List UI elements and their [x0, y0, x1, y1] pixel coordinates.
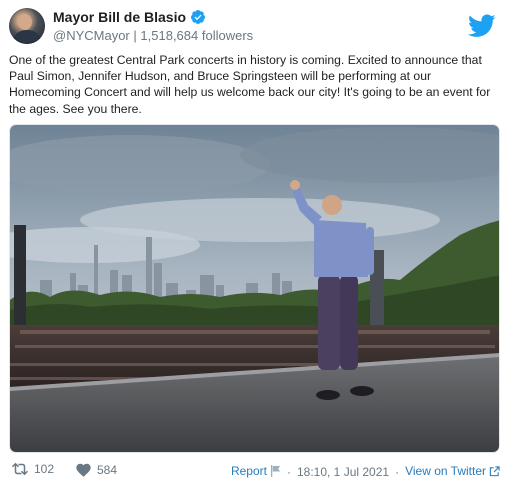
- handle-separator: |: [133, 28, 137, 43]
- tweet-timestamp[interactable]: 18:10, 1 Jul 2021: [297, 465, 389, 479]
- report-link[interactable]: Report: [231, 464, 281, 480]
- author-handle-row: @NYCMayor | 1,518,684 followers: [53, 28, 253, 43]
- retweet-action[interactable]: 102: [11, 462, 54, 476]
- retweet-icon: [11, 462, 29, 476]
- report-label: Report: [230, 464, 267, 478]
- concert-photo: [10, 125, 499, 452]
- external-link-icon: [489, 466, 500, 480]
- like-count: 584: [97, 462, 118, 477]
- flag-icon: [270, 465, 281, 480]
- author-name[interactable]: Mayor Bill de Blasio: [53, 9, 186, 25]
- meta-separator-1: ·: [286, 465, 291, 479]
- view-on-twitter-link[interactable]: View on Twitter: [405, 464, 500, 480]
- author-name-row: Mayor Bill de Blasio: [53, 9, 206, 25]
- like-action[interactable]: 584: [75, 462, 117, 477]
- tweet-photo[interactable]: [9, 124, 500, 453]
- follower-count: 1,518,684 followers: [140, 28, 254, 43]
- tweet-header: Mayor Bill de Blasio @NYCMayor | 1,518,6…: [9, 8, 500, 48]
- twitter-bird-icon[interactable]: [468, 14, 496, 38]
- heart-icon: [75, 462, 92, 477]
- meta-separator-2: ·: [395, 465, 400, 479]
- tweet-meta: Report · 18:10, 1 Jul 2021 · View on Twi…: [231, 464, 500, 480]
- retweet-count: 102: [34, 462, 55, 476]
- view-on-twitter-label: View on Twitter: [405, 464, 486, 478]
- author-handle[interactable]: @NYCMayor: [53, 28, 130, 43]
- verified-badge-icon: [190, 9, 206, 25]
- tweet-footer: 102 584 Report · 18:10, 1 Jul 2021 · Vie…: [9, 462, 500, 482]
- avatar[interactable]: [9, 8, 45, 44]
- tweet-text: One of the greatest Central Park concert…: [9, 53, 491, 116]
